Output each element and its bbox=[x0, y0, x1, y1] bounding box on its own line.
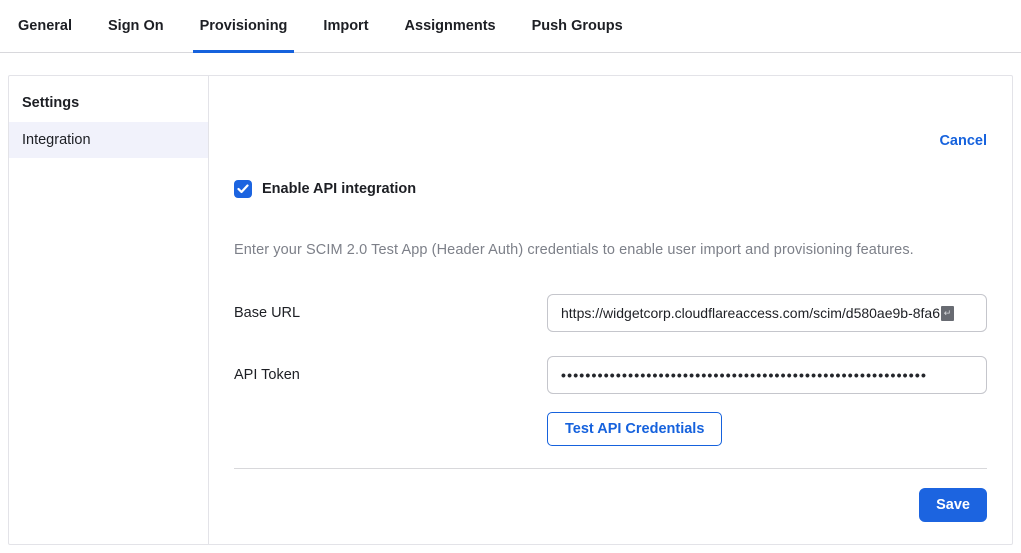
integration-settings-content: Cancel Enable API integration Enter your… bbox=[209, 76, 1012, 544]
base-url-input[interactable]: https://widgetcorp.cloudflareaccess.com/… bbox=[547, 294, 987, 332]
test-credentials-row: Test API Credentials bbox=[547, 412, 987, 446]
enable-api-checkbox[interactable] bbox=[234, 180, 252, 198]
form-divider bbox=[234, 468, 987, 469]
sidebar-item-integration[interactable]: Integration bbox=[9, 122, 208, 158]
save-button[interactable]: Save bbox=[919, 488, 987, 522]
save-row: Save bbox=[234, 488, 987, 522]
enable-api-label: Enable API integration bbox=[262, 181, 416, 197]
enable-api-row: Enable API integration bbox=[234, 180, 987, 198]
provisioning-panel: Settings Integration Cancel Enable API i… bbox=[8, 75, 1013, 545]
tab-push-groups[interactable]: Push Groups bbox=[532, 0, 623, 52]
credentials-form: Base URL https://widgetcorp.cloudflareac… bbox=[234, 294, 987, 446]
base-url-value: https://widgetcorp.cloudflareaccess.com/… bbox=[561, 305, 940, 321]
api-token-input[interactable] bbox=[547, 356, 987, 394]
app-tabbar: General Sign On Provisioning Import Assi… bbox=[0, 0, 1021, 53]
sidebar-heading: Settings bbox=[9, 84, 208, 122]
test-api-credentials-button[interactable]: Test API Credentials bbox=[547, 412, 722, 446]
cancel-row: Cancel bbox=[234, 132, 987, 150]
text-selection-block: ↵ bbox=[941, 306, 954, 321]
tab-assignments[interactable]: Assignments bbox=[405, 0, 496, 52]
tab-sign-on[interactable]: Sign On bbox=[108, 0, 164, 52]
api-token-label: API Token bbox=[234, 367, 547, 383]
check-icon bbox=[237, 184, 249, 194]
cancel-link[interactable]: Cancel bbox=[939, 133, 987, 149]
tab-provisioning[interactable]: Provisioning bbox=[200, 0, 288, 52]
tab-general[interactable]: General bbox=[18, 0, 72, 52]
base-url-label: Base URL bbox=[234, 305, 547, 321]
credentials-description: Enter your SCIM 2.0 Test App (Header Aut… bbox=[234, 242, 987, 258]
settings-sidebar: Settings Integration bbox=[9, 76, 209, 544]
tab-import[interactable]: Import bbox=[323, 0, 368, 52]
